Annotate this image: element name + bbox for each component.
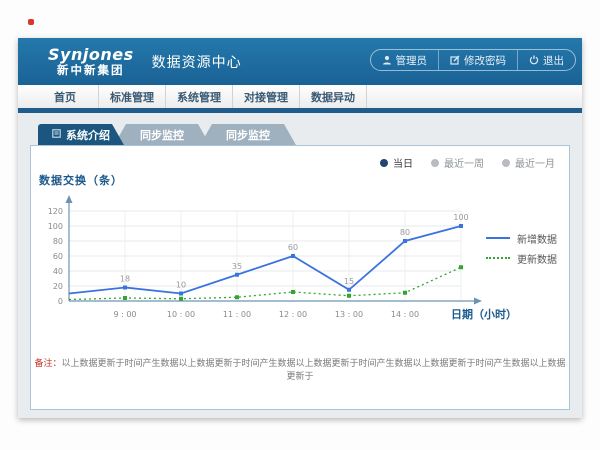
logo-cn-name: 新中新集团 (48, 64, 134, 76)
solid-line-icon (486, 237, 510, 239)
admin-user-label: 管理员 (396, 53, 428, 68)
svg-text:14 : 00: 14 : 00 (391, 310, 419, 319)
footnote: 备注：以上数据更新于时间产生数据以上数据更新于时间产生数据以上数据更新于时间产生… (31, 356, 569, 382)
power-icon (529, 55, 539, 65)
svg-text:120: 120 (48, 207, 63, 216)
screenshot-stage: Synjones 新中新集团 数据资源中心 管理员 修改密码 (0, 0, 600, 450)
svg-text:18: 18 (120, 275, 130, 284)
svg-text:日期（小时）: 日期（小时） (451, 307, 517, 321)
tab-sync-monitor-1-label: 同步监控 (140, 127, 184, 143)
svg-text:60: 60 (288, 243, 298, 252)
svg-text:0: 0 (58, 297, 63, 306)
logo-wordmark: Synjones (48, 47, 134, 64)
time-range-filter: 当日 最近一周 最近一月 (380, 155, 555, 170)
nav-item-home[interactable]: 首页 (32, 85, 99, 108)
svg-text:80: 80 (400, 228, 410, 237)
svg-text:80: 80 (53, 237, 63, 246)
svg-text:60: 60 (53, 252, 63, 261)
nav-item-system-mgmt[interactable]: 系统管理 (166, 85, 233, 108)
tab-system-intro[interactable]: 系统介绍 (38, 124, 124, 145)
svg-text:12 : 00: 12 : 00 (279, 310, 307, 319)
nav-item-interface-mgmt[interactable]: 对接管理 (233, 85, 300, 108)
chart-panel: 当日 最近一周 最近一月 数据交换（条） 0 20 40 60 80 100 120 9 : … (30, 145, 570, 410)
svg-text:20: 20 (53, 282, 63, 291)
edit-icon (450, 55, 460, 65)
svg-text:11 : 00: 11 : 00 (223, 310, 251, 319)
document-icon (52, 128, 61, 141)
svg-text:100: 100 (453, 213, 468, 222)
radio-today-label: 当日 (393, 155, 413, 170)
change-password-label: 修改密码 (464, 53, 506, 68)
svg-text:40: 40 (53, 267, 63, 276)
svg-text:100: 100 (48, 222, 63, 231)
chart-legend: 新增数据 更新数据 (486, 228, 557, 268)
footnote-label: 备注： (34, 359, 61, 369)
tab-bar: 系统介绍 同步监控 同步监控 (38, 124, 296, 145)
tab-system-intro-label: 系统介绍 (66, 127, 110, 143)
logout-label: 退出 (543, 53, 564, 68)
radio-unselected-icon (431, 159, 439, 167)
legend-new-data-label: 新增数据 (517, 231, 557, 246)
content-area: 系统介绍 同步监控 同步监控 当日 最近一周 (18, 113, 582, 418)
svg-text:10: 10 (176, 281, 186, 290)
legend-updated-data-label: 更新数据 (517, 251, 557, 266)
user-icon (382, 55, 392, 65)
legend-item-updated-data: 更新数据 (486, 248, 557, 268)
red-dot (28, 19, 34, 25)
dotted-line-icon (486, 257, 510, 259)
app-header: Synjones 新中新集团 数据资源中心 管理员 修改密码 (18, 38, 582, 85)
company-logo: Synjones 新中新集团 (48, 47, 134, 76)
user-menu: 管理员 修改密码 退出 (370, 49, 577, 71)
radio-unselected-icon (502, 159, 510, 167)
svg-text:15: 15 (344, 277, 354, 286)
main-nav: 首页 标准管理 系统管理 对接管理 数据异动 (18, 85, 582, 108)
legend-item-new-data: 新增数据 (486, 228, 557, 248)
y-axis-title: 数据交换（条） (39, 172, 123, 188)
radio-last-month[interactable]: 最近一月 (502, 155, 555, 170)
radio-last-week-label: 最近一周 (444, 155, 484, 170)
radio-selected-icon (380, 159, 388, 167)
radio-today[interactable]: 当日 (380, 155, 413, 170)
admin-user-button[interactable]: 管理员 (371, 50, 439, 70)
logout-button[interactable]: 退出 (517, 50, 575, 70)
tab-sync-monitor-2-label: 同步监控 (226, 127, 270, 143)
svg-text:35: 35 (232, 262, 242, 271)
tab-sync-monitor-2[interactable]: 同步监控 (200, 124, 296, 145)
app-window: Synjones 新中新集团 数据资源中心 管理员 修改密码 (18, 38, 582, 418)
nav-item-data-change[interactable]: 数据异动 (300, 85, 367, 108)
footnote-text: 以上数据更新于时间产生数据以上数据更新于时间产生数据以上数据更新于时间产生数据以… (62, 359, 566, 382)
svg-text:13 : 00: 13 : 00 (335, 310, 363, 319)
nav-item-standard-mgmt[interactable]: 标准管理 (99, 85, 166, 108)
page-title: 数据资源中心 (152, 52, 242, 72)
change-password-button[interactable]: 修改密码 (438, 50, 517, 70)
radio-last-week[interactable]: 最近一周 (431, 155, 484, 170)
tab-sync-monitor-1[interactable]: 同步监控 (114, 124, 210, 145)
svg-text:10 : 00: 10 : 00 (167, 310, 195, 319)
svg-text:9 : 00: 9 : 00 (113, 310, 136, 319)
radio-last-month-label: 最近一月 (515, 155, 555, 170)
